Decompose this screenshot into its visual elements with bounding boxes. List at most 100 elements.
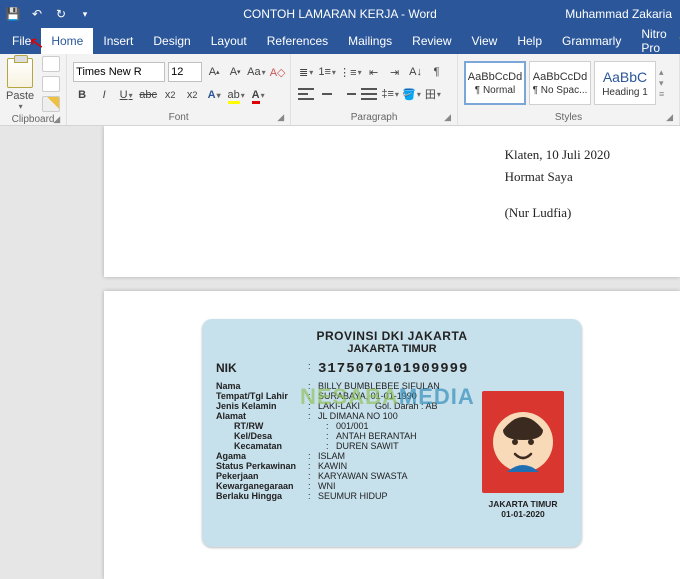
line-spacing-button[interactable]: ‡≡▾ bbox=[381, 85, 399, 103]
style-preview: AaBbC bbox=[603, 69, 647, 85]
dialog-launcher-icon[interactable]: ◢ bbox=[666, 112, 673, 123]
style-name: Heading 1 bbox=[602, 87, 648, 98]
tab-help[interactable]: Help bbox=[507, 28, 552, 54]
ktp-field-label: Pekerjaan bbox=[216, 471, 308, 481]
justify-button[interactable] bbox=[360, 85, 378, 103]
style-preview: AaBbCcDd bbox=[533, 71, 587, 83]
ribbon: Paste ▾ Clipboard◢ A▴ A▾ Aa▾ A◇ bbox=[0, 54, 680, 126]
font-color-button[interactable]: A▾ bbox=[249, 86, 267, 104]
ktp-field-label: Tempat/Tgl Lahir bbox=[216, 391, 308, 401]
doc-text-line[interactable]: (Nur Ludfia) bbox=[505, 202, 610, 224]
ribbon-tabs: File Home Insert Design Layout Reference… bbox=[0, 28, 680, 54]
strikethrough-button[interactable]: abc bbox=[139, 86, 157, 104]
italic-button[interactable]: I bbox=[95, 86, 113, 104]
underline-button[interactable]: U▾ bbox=[117, 86, 135, 104]
group-font: A▴ A▾ Aa▾ A◇ B I U▾ abc x2 x2 A▾ ab▾ A▾ bbox=[67, 54, 291, 125]
dialog-launcher-icon[interactable]: ◢ bbox=[277, 112, 284, 123]
superscript-button[interactable]: x2 bbox=[183, 86, 201, 104]
increase-indent-button[interactable]: ⇥ bbox=[386, 63, 404, 81]
font-size-input[interactable] bbox=[168, 62, 202, 82]
tab-insert[interactable]: Insert bbox=[93, 28, 143, 54]
tab-grammarly[interactable]: Grammarly bbox=[552, 28, 631, 54]
style-normal[interactable]: AaBbCcDd ¶ Normal bbox=[464, 61, 526, 105]
qat-customize-icon[interactable]: ▾ bbox=[76, 5, 94, 23]
borders-button[interactable]: 田▾ bbox=[424, 85, 442, 103]
ktp-field-label: Kecamatan bbox=[234, 441, 326, 451]
tab-home[interactable]: Home bbox=[41, 28, 93, 54]
document-canvas[interactable]: Klaten, 10 Juli 2020 Hormat Saya (Nur Lu… bbox=[0, 126, 680, 579]
styles-gallery-expand[interactable]: ▴▾≡ bbox=[659, 67, 673, 99]
paste-button[interactable]: Paste ▾ bbox=[6, 58, 34, 111]
avatar-icon bbox=[491, 410, 555, 474]
ktp-field-label: Kewarganegaraan bbox=[216, 481, 308, 491]
ktp-field-label: Agama bbox=[216, 451, 308, 461]
tab-layout[interactable]: Layout bbox=[201, 28, 257, 54]
clipboard-icon bbox=[7, 58, 33, 88]
shrink-font-button[interactable]: A▾ bbox=[226, 63, 244, 81]
subscript-button[interactable]: x2 bbox=[161, 86, 179, 104]
align-left-button[interactable] bbox=[297, 85, 315, 103]
numbering-button[interactable]: 1≡▾ bbox=[318, 63, 336, 81]
bullets-button[interactable]: ≣▾ bbox=[297, 63, 315, 81]
group-label-styles: Styles bbox=[555, 112, 582, 123]
style-preview: AaBbCcDd bbox=[468, 71, 522, 83]
save-icon[interactable]: 💾 bbox=[4, 5, 22, 23]
style-name: ¶ Normal bbox=[475, 85, 515, 96]
tab-file[interactable]: File bbox=[2, 28, 41, 54]
group-clipboard: Paste ▾ Clipboard◢ bbox=[0, 54, 67, 125]
redo-icon[interactable]: ↻ bbox=[52, 5, 70, 23]
doc-text-line[interactable]: Hormat Saya bbox=[505, 166, 610, 188]
grow-font-button[interactable]: A▴ bbox=[205, 63, 223, 81]
ktp-field-label: RT/RW bbox=[234, 421, 326, 431]
format-painter-icon[interactable] bbox=[42, 96, 60, 112]
clear-formatting-button[interactable]: A◇ bbox=[269, 63, 287, 81]
ktp-card[interactable]: PROVINSI DKI JAKARTA JAKARTA TIMUR NIK :… bbox=[202, 319, 582, 547]
multilevel-list-button[interactable]: ⋮≡▾ bbox=[339, 63, 361, 81]
ktp-province: PROVINSI DKI JAKARTA bbox=[216, 329, 568, 343]
paste-label: Paste bbox=[6, 90, 34, 102]
group-label-clipboard: Clipboard bbox=[12, 114, 55, 125]
cut-icon[interactable] bbox=[42, 56, 60, 72]
ktp-field-label: Kel/Desa bbox=[234, 431, 326, 441]
tab-design[interactable]: Design bbox=[143, 28, 200, 54]
ktp-field-label: Alamat bbox=[216, 411, 308, 421]
bold-button[interactable]: B bbox=[73, 86, 91, 104]
doc-text-line[interactable]: Klaten, 10 Juli 2020 bbox=[505, 144, 610, 166]
style-heading-1[interactable]: AaBbC Heading 1 bbox=[594, 61, 656, 105]
ktp-photo bbox=[482, 391, 564, 493]
ktp-field-label: Jenis Kelamin bbox=[216, 401, 308, 411]
chevron-down-icon[interactable]: ▾ bbox=[19, 102, 23, 111]
text-effects-button[interactable]: A▾ bbox=[205, 86, 223, 104]
sort-button[interactable]: A↓ bbox=[407, 63, 425, 81]
account-name[interactable]: Muhammad Zakaria bbox=[565, 7, 676, 21]
dialog-launcher-icon[interactable]: ◢ bbox=[53, 114, 60, 125]
undo-icon[interactable]: ↶ bbox=[28, 5, 46, 23]
tab-mailings[interactable]: Mailings bbox=[338, 28, 402, 54]
tab-view[interactable]: View bbox=[462, 28, 508, 54]
change-case-button[interactable]: Aa▾ bbox=[247, 63, 265, 81]
shading-button[interactable]: 🪣▾ bbox=[402, 85, 421, 103]
tab-review[interactable]: Review bbox=[402, 28, 461, 54]
tab-references[interactable]: References bbox=[257, 28, 338, 54]
page-1[interactable]: Klaten, 10 Juli 2020 Hormat Saya (Nur Lu… bbox=[104, 126, 680, 277]
ktp-photo-caption: JAKARTA TIMUR 01-01-2020 bbox=[482, 499, 564, 519]
align-center-button[interactable] bbox=[318, 85, 336, 103]
page-2[interactable]: PROVINSI DKI JAKARTA JAKARTA TIMUR NIK :… bbox=[104, 291, 680, 579]
font-name-input[interactable] bbox=[73, 62, 165, 82]
document-title: CONTOH LAMARAN KERJA - Word bbox=[243, 7, 437, 21]
ktp-field-label: Nama bbox=[216, 381, 308, 391]
highlight-color-button[interactable]: ab▾ bbox=[227, 86, 245, 104]
decrease-indent-button[interactable]: ⇤ bbox=[365, 63, 383, 81]
ktp-field-label: Berlaku Hingga bbox=[216, 491, 308, 501]
style-no-spacing[interactable]: AaBbCcDd ¶ No Spac... bbox=[529, 61, 591, 105]
style-name: ¶ No Spac... bbox=[533, 85, 588, 96]
ktp-field-value: BILLY BUMBLEBEE SIFULAN bbox=[318, 381, 568, 391]
ktp-field-row: Nama:BILLY BUMBLEBEE SIFULAN bbox=[216, 381, 568, 391]
dialog-launcher-icon[interactable]: ◢ bbox=[444, 112, 451, 123]
ktp-field-label: Status Perkawinan bbox=[216, 461, 308, 471]
tab-nitro-pro[interactable]: Nitro Pro bbox=[631, 28, 676, 54]
ktp-nik-value: 3175070101909999 bbox=[318, 361, 568, 377]
align-right-button[interactable] bbox=[339, 85, 357, 103]
show-marks-button[interactable]: ¶ bbox=[428, 63, 446, 81]
copy-icon[interactable] bbox=[42, 76, 60, 92]
